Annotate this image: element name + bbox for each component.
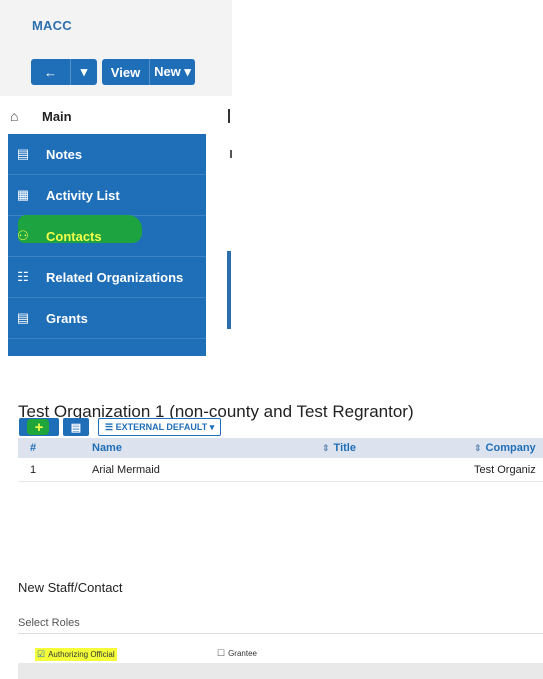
sidebar-item-label: Contacts bbox=[46, 228, 102, 244]
contacts-table: # Name ⇕ Title ⇕ Company 1 Arial Mermaid T… bbox=[18, 438, 543, 482]
roles-label: Select Roles bbox=[18, 617, 80, 629]
role-authorizing-official[interactable]: ☑ Authorizing Official bbox=[35, 648, 117, 661]
scrollbar[interactable] bbox=[227, 251, 231, 329]
sidebar-item-related-organizations[interactable]: ☷ Related Organizations bbox=[8, 257, 206, 298]
org-chart-icon: ☷ bbox=[17, 269, 29, 284]
checkbox-unchecked-icon[interactable]: ☐ bbox=[217, 648, 225, 659]
back-dropdown-button[interactable]: ▾ bbox=[71, 59, 97, 85]
role-label: Authorizing Official bbox=[48, 650, 115, 659]
people-icon: ⚇ bbox=[17, 228, 29, 243]
header-company[interactable]: ⇕ Company bbox=[474, 442, 543, 454]
arrow-left-icon: ← bbox=[44, 64, 57, 80]
divider bbox=[18, 633, 543, 634]
role-label: Grantee bbox=[228, 649, 257, 658]
nav-main-label: Main bbox=[42, 108, 72, 124]
grid-toolbar: + ▤ ☰ EXTERNAL DEFAULT ▾ bbox=[19, 418, 222, 436]
header-num[interactable]: # bbox=[30, 442, 42, 454]
sidebar-item-activity-list[interactable]: ▦ Activity List bbox=[8, 175, 206, 216]
content-edge-mark bbox=[230, 150, 232, 158]
cell-company: Test Organiz bbox=[474, 463, 536, 476]
sidebar-item-label: Grants bbox=[46, 310, 88, 326]
record-toolbar: ← ▾ View New ▾ bbox=[31, 59, 195, 85]
checkbox-checked-icon[interactable]: ☑ bbox=[37, 649, 45, 660]
table-row[interactable]: 1 Arial Mermaid Test Organiz bbox=[18, 458, 543, 482]
document-icon: ▤ bbox=[16, 146, 30, 161]
plus-icon: + bbox=[34, 418, 44, 436]
sidebar-item-label: Activity List bbox=[46, 187, 120, 203]
add-contact-button[interactable]: + bbox=[19, 418, 59, 436]
app-title[interactable]: MACC bbox=[32, 18, 72, 33]
role-grantee[interactable]: ☐ Grantee bbox=[217, 648, 257, 659]
header-title[interactable]: ⇕ Title bbox=[322, 442, 472, 454]
header-name[interactable]: Name bbox=[92, 442, 222, 454]
sort-icon: ⇕ bbox=[474, 443, 482, 453]
sidebar-item-label: Notes bbox=[46, 146, 83, 162]
table-header: # Name ⇕ Title ⇕ Company bbox=[18, 438, 543, 458]
cell-num: 1 bbox=[30, 463, 37, 476]
nav-main[interactable]: ⌂ Main bbox=[0, 103, 205, 129]
caret-down-icon: ▾ bbox=[80, 64, 88, 79]
sidebar-item-label: Related Organizations bbox=[46, 269, 184, 285]
form-footer bbox=[18, 663, 543, 679]
cell-name[interactable]: Arial Mermaid bbox=[92, 464, 222, 476]
form-title: New Staff/Contact bbox=[18, 580, 123, 595]
grid-icon: ▤ bbox=[70, 421, 82, 434]
content-edge-mark bbox=[228, 109, 230, 123]
home-icon: ⌂ bbox=[10, 108, 19, 124]
new-button[interactable]: New ▾ bbox=[150, 59, 195, 85]
view-selector[interactable]: ☰ EXTERNAL DEFAULT ▾ bbox=[98, 418, 222, 436]
sidebar-item-notes[interactable]: ▤ Notes bbox=[8, 134, 206, 175]
list-icon: ▤ bbox=[16, 310, 30, 325]
sort-icon: ⇕ bbox=[322, 443, 330, 453]
sidebar-nav: ▤ Notes ▦ Activity List ⚇ Contacts ☷ Rel… bbox=[8, 134, 206, 356]
sidebar-item-grants[interactable]: ▤ Grants bbox=[8, 298, 206, 339]
export-button[interactable]: ▤ bbox=[63, 418, 89, 436]
view-button[interactable]: View bbox=[102, 59, 150, 85]
back-button[interactable]: ← bbox=[31, 59, 71, 85]
calendar-icon: ▦ bbox=[16, 187, 30, 202]
